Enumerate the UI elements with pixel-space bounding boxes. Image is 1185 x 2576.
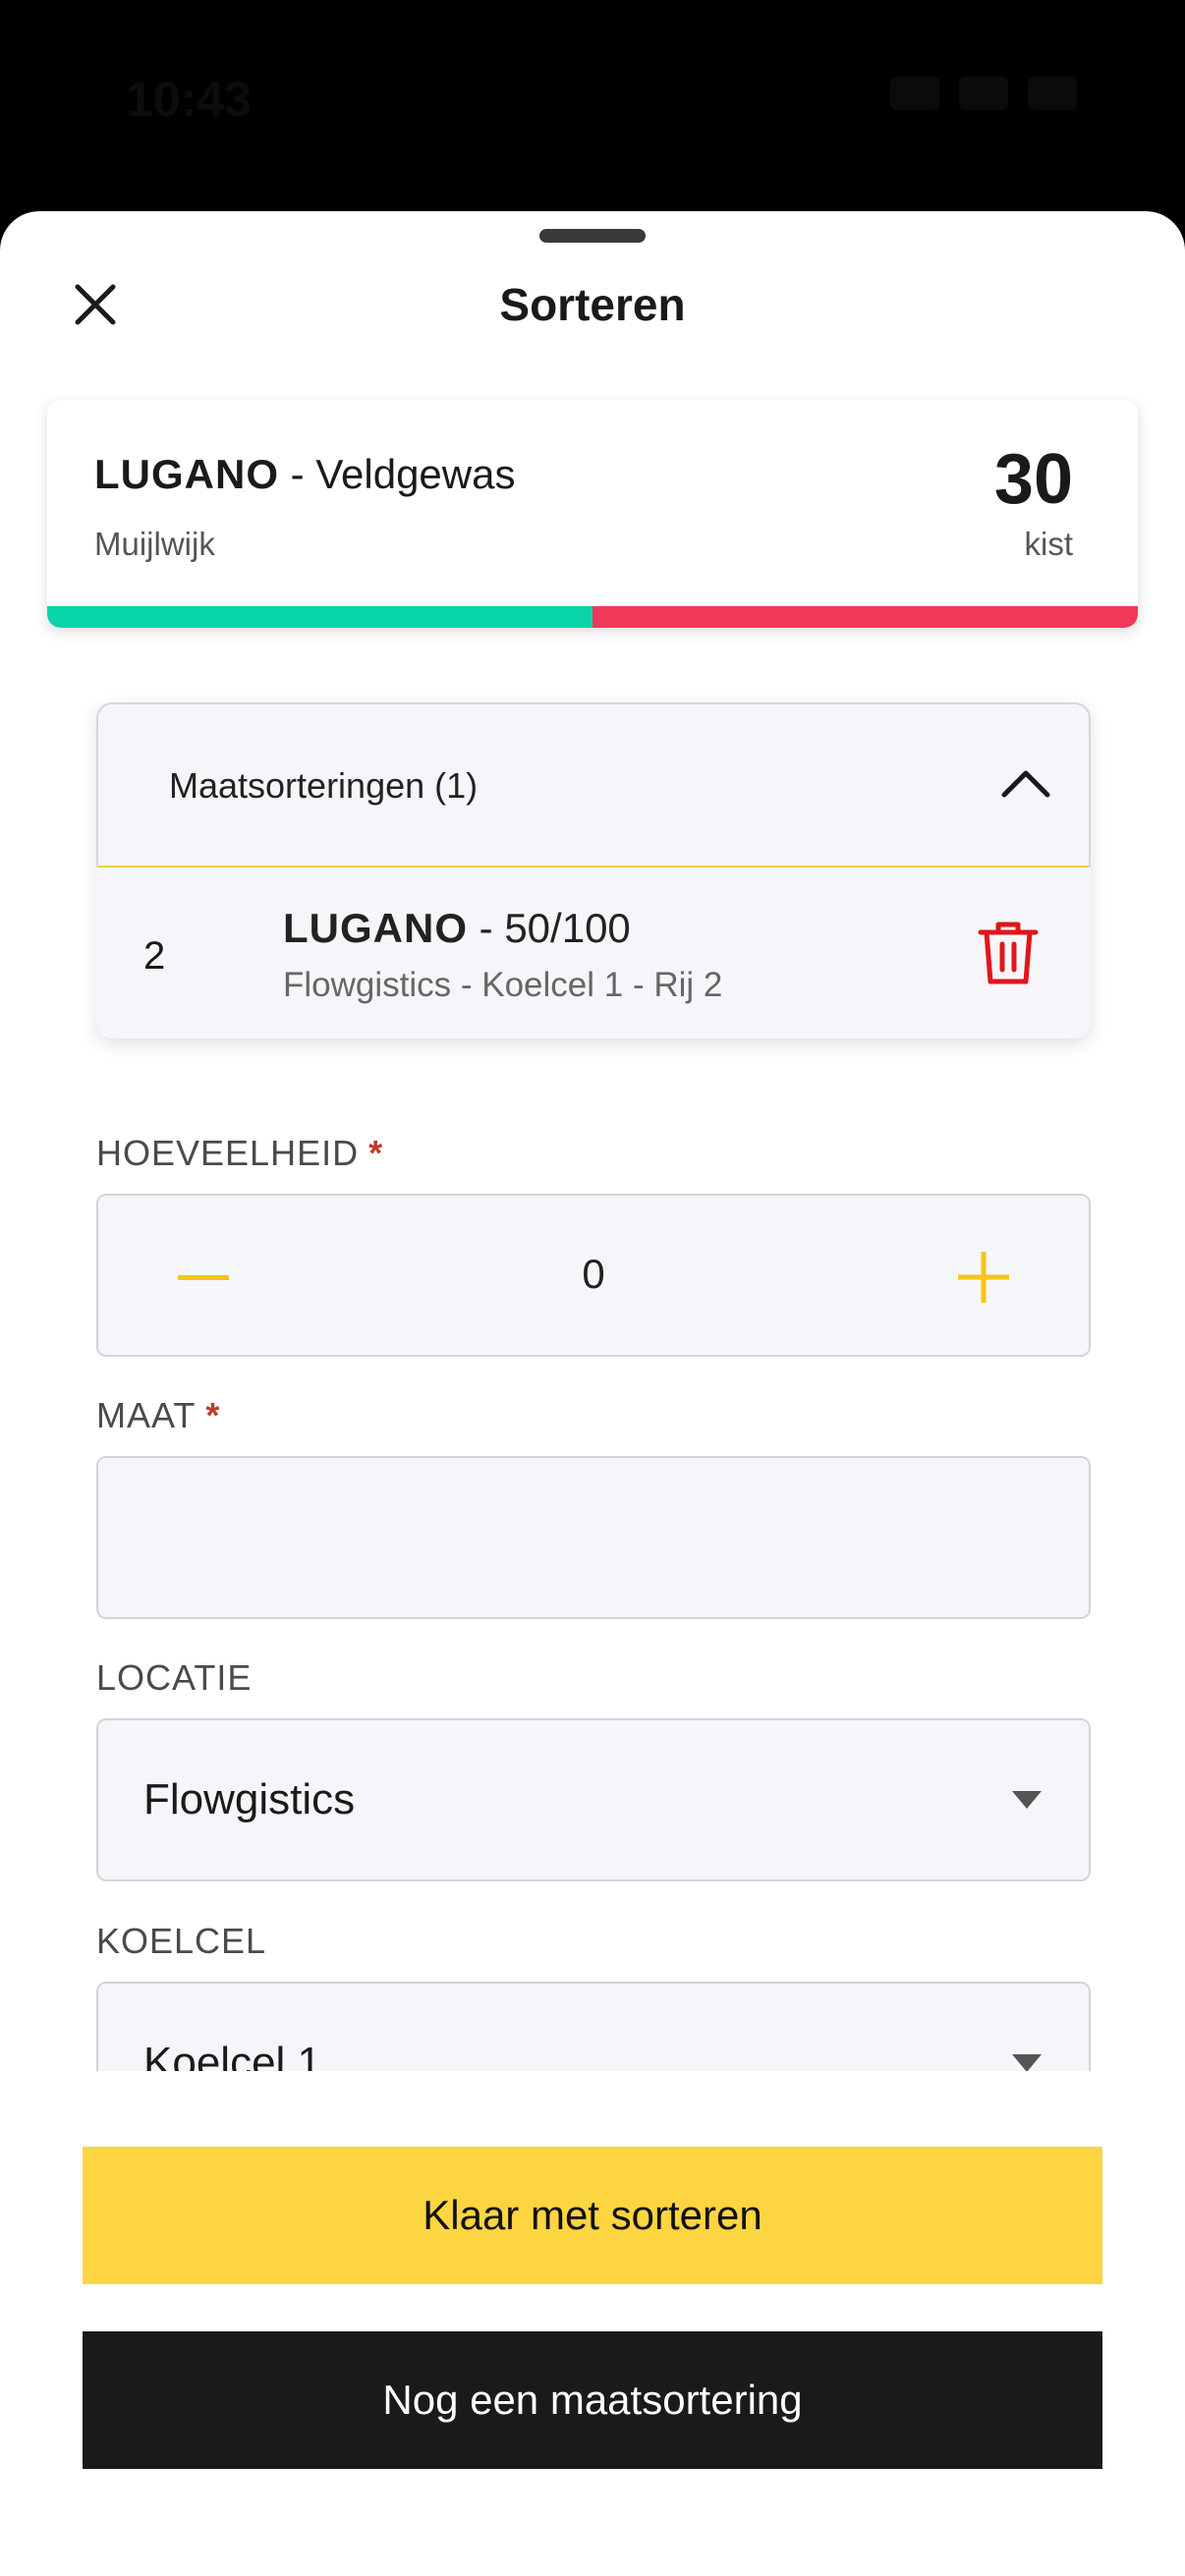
product-location: Muijlwijk <box>94 526 215 562</box>
item-name: LUGANO <box>283 905 468 951</box>
location-select[interactable]: Flowgistics <box>96 1718 1091 1881</box>
size-input[interactable] <box>98 1458 1089 1617</box>
item-index: 2 <box>143 934 166 978</box>
accordion-header[interactable]: Maatsorteringen (1) <box>96 702 1091 869</box>
trash-icon[interactable] <box>977 919 1040 987</box>
product-separator: - <box>279 451 316 497</box>
quantity-stepper: 0 <box>96 1194 1091 1357</box>
finish-sorting-button[interactable]: Klaar met sorteren <box>83 2147 1102 2284</box>
product-name: LUGANO <box>94 451 279 497</box>
product-unit: kist <box>1024 526 1074 562</box>
chevron-up-icon <box>1001 770 1050 798</box>
item-size: 50/100 <box>504 905 631 951</box>
item-location: Flowgistics - Koelcel 1 - Rij 2 <box>283 966 723 1004</box>
product-variety: Veldgewas <box>315 451 516 497</box>
quantity-label: HOEVEELHEID * <box>96 1133 383 1174</box>
location-label: LOCATIE <box>96 1657 253 1698</box>
size-field <box>96 1456 1091 1619</box>
sheet-grabber[interactable] <box>539 229 646 243</box>
quantity-label-text: HOEVEELHEID <box>96 1133 360 1173</box>
item-title: LUGANO - 50/100 <box>283 905 631 952</box>
location-value: Flowgistics <box>143 1775 356 1823</box>
product-title: LUGANO - Veldgewas <box>94 451 515 498</box>
caret-down-icon <box>1012 1791 1042 1809</box>
add-size-sorting-button[interactable]: Nog een maatsortering <box>83 2331 1102 2469</box>
progress-remaining <box>592 606 1138 628</box>
status-icons <box>890 77 1077 110</box>
list-item[interactable]: 2 LUGANO - 50/100 Flowgistics - Koelcel … <box>96 868 1091 1038</box>
plus-icon <box>958 1252 1009 1303</box>
required-marker: * <box>368 1133 384 1173</box>
signal-icon <box>890 77 939 110</box>
size-label: MAAT * <box>96 1395 220 1436</box>
size-sortings-accordion: Maatsorteringen (1) 2 LUGANO - 50/100 Fl… <box>96 702 1091 1038</box>
bottom-sheet: Sorteren LUGANO - Veldgewas Muijlwijk 30… <box>0 211 1185 2576</box>
status-time: 10:43 <box>126 72 252 127</box>
battery-icon <box>1028 77 1077 110</box>
wifi-icon <box>959 77 1008 110</box>
product-card: LUGANO - Veldgewas Muijlwijk 30 kist <box>47 400 1138 628</box>
status-bar: 10:43 <box>0 0 1185 206</box>
accordion-title: Maatsorteringen (1) <box>169 765 479 806</box>
page-title: Sorteren <box>499 279 686 330</box>
product-quantity: 30 <box>993 440 1073 519</box>
item-separator: - <box>468 905 505 951</box>
caret-down-icon <box>1012 2054 1042 2072</box>
progress-bar <box>47 606 1138 628</box>
size-label-text: MAAT <box>96 1395 197 1435</box>
progress-done <box>47 606 592 628</box>
required-marker: * <box>205 1395 221 1435</box>
increment-button[interactable] <box>939 1235 1028 1319</box>
cold-cell-label: KOELCEL <box>96 1921 267 1961</box>
